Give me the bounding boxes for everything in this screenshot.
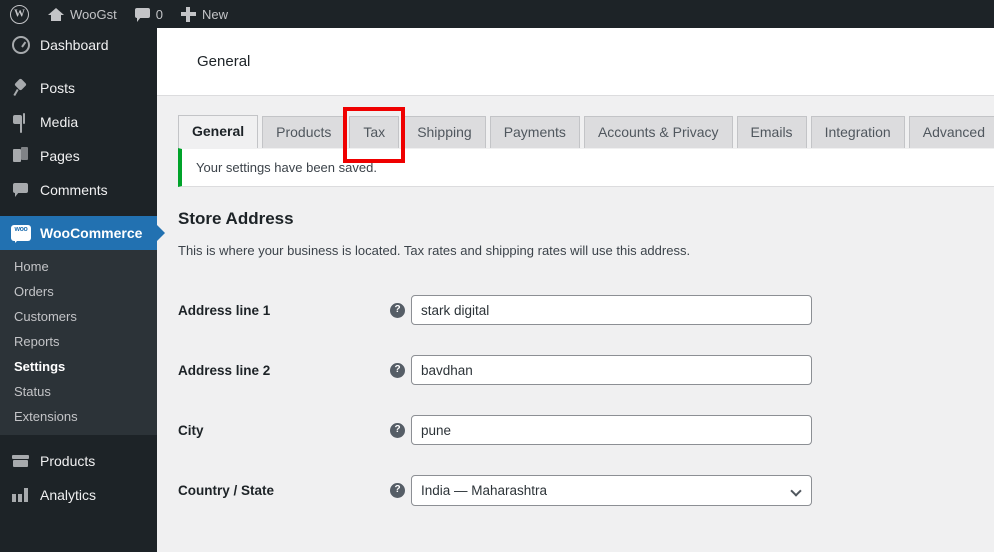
success-notice: Your settings have been saved. [178, 148, 994, 187]
sidebar-item-products[interactable]: Products [0, 444, 157, 478]
sidebar-item-label: WooCommerce [40, 225, 143, 241]
sidebar-item-label: Analytics [40, 487, 97, 503]
tab-general[interactable]: General [178, 115, 259, 148]
tab-tax[interactable]: Tax [349, 116, 400, 148]
comment-bubble-icon [134, 7, 150, 22]
site-name-label: WooGst [70, 6, 117, 22]
woocommerce-submenu: Home Orders Customers Reports Settings Status… [0, 250, 157, 435]
sidebar-item-comments[interactable]: Comments [0, 173, 157, 207]
field-label: City [178, 422, 204, 438]
help-icon[interactable]: ? [390, 422, 405, 438]
sidebar-item-analytics[interactable]: Analytics [0, 478, 157, 512]
page-header: General [157, 28, 994, 96]
site-name-link[interactable]: WooGst [39, 0, 126, 28]
field-control [411, 355, 812, 386]
submenu-item-settings[interactable]: Settings [0, 354, 157, 379]
products-icon-glyph [12, 452, 30, 470]
field-control [411, 415, 812, 446]
field-label: Address line 2 [178, 362, 271, 378]
submenu-item-status[interactable]: Status [0, 379, 157, 404]
tab-products[interactable]: Products [262, 116, 346, 148]
submenu-item-orders[interactable]: Orders [0, 279, 157, 304]
admin-bar: WooGst 0 New [0, 0, 994, 28]
admin-sidebar: Dashboard Posts Media Pages Comments WooComme… [0, 28, 165, 552]
settings-fields: Address line 1?Address line 2?City?Count… [178, 280, 994, 520]
comments-count: 0 [155, 6, 163, 22]
tab-shipping[interactable]: Shipping [403, 116, 486, 148]
tab-integration[interactable]: Integration [810, 116, 905, 148]
woocommerce-icon [11, 225, 31, 243]
section-title: Store Address [178, 209, 294, 228]
field-row: Country / State? India — Maharashtra [178, 460, 994, 520]
main-content: General General Products Tax Shipping Paymen… [157, 28, 994, 552]
tab-accounts-privacy[interactable]: Accounts & Privacy [583, 116, 733, 148]
wordpress-logo-icon [10, 4, 29, 24]
help-icon[interactable]: ? [390, 482, 405, 498]
city-input[interactable] [411, 415, 812, 446]
country-state-value: India — Maharashtra [421, 482, 548, 498]
help-icon[interactable]: ? [390, 362, 405, 378]
sidebar-item-pages[interactable]: Pages [0, 139, 157, 173]
help-icon-wrap: ? [390, 482, 411, 498]
field-row: City? [178, 400, 994, 460]
media-icon [11, 113, 31, 131]
tab-emails[interactable]: Emails [736, 116, 807, 148]
new-label: New [201, 6, 228, 22]
woocommerce-icon-glyph [11, 225, 31, 243]
address-line-1-input[interactable] [411, 295, 812, 326]
field-row: Address line 1? [178, 280, 994, 340]
chevron-down-icon [790, 485, 802, 497]
field-label: Address line 1 [178, 302, 271, 318]
pin-icon-glyph [12, 79, 30, 97]
help-icon-wrap: ? [390, 362, 411, 378]
sidebar-item-posts[interactable]: Posts [0, 71, 157, 105]
store-address-section: Store Address This is where your busines… [157, 187, 994, 520]
notice-message: Your settings have been saved. [196, 160, 377, 175]
field-row: Address line 2? [178, 340, 994, 400]
settings-tabs: General Products Tax Shipping Payments Accoun… [157, 96, 994, 163]
country-state-select[interactable]: India — Maharashtra [411, 474, 812, 506]
home-icon [48, 7, 64, 22]
sidebar-item-label: Posts [40, 80, 76, 96]
field-control: India — Maharashtra [411, 474, 812, 506]
submenu-item-reports[interactable]: Reports [0, 329, 157, 354]
sidebar-item-label: Comments [40, 182, 108, 198]
page-title: General [197, 53, 251, 70]
field-label: Country / State [178, 482, 275, 498]
plus-icon [180, 6, 196, 22]
new-content-link[interactable]: New [172, 0, 237, 28]
tab-payments[interactable]: Payments [489, 116, 580, 148]
comment-icon [11, 181, 31, 199]
sidebar-item-dashboard[interactable]: Dashboard [0, 28, 157, 62]
help-icon[interactable]: ? [390, 302, 405, 318]
analytics-icon-glyph [12, 486, 30, 504]
pages-icon [11, 147, 31, 165]
wordpress-logo-menu[interactable] [0, 0, 39, 28]
pages-icon-glyph [12, 147, 30, 165]
comment-icon-glyph [12, 181, 30, 199]
pin-icon [11, 79, 31, 97]
submenu-item-extensions[interactable]: Extensions [0, 404, 157, 429]
submenu-item-home[interactable]: Home [0, 254, 157, 279]
dashboard-icon [11, 36, 31, 54]
help-icon-wrap: ? [390, 422, 411, 438]
sidebar-item-woocommerce[interactable]: WooCommerce [0, 216, 165, 250]
analytics-icon [11, 486, 31, 504]
field-control [411, 295, 812, 326]
sidebar-item-media[interactable]: Media [0, 105, 157, 139]
sidebar-item-label: Dashboard [40, 37, 109, 53]
help-icon-wrap: ? [390, 302, 411, 318]
media-icon-glyph [12, 113, 30, 131]
submenu-item-customers[interactable]: Customers [0, 304, 157, 329]
sidebar-item-label: Pages [40, 148, 80, 164]
sidebar-item-label: Media [40, 114, 79, 130]
products-icon [11, 452, 31, 470]
tab-advanced[interactable]: Advanced [908, 116, 994, 148]
dashboard-icon-glyph [12, 36, 30, 54]
address-line-2-input[interactable] [411, 355, 812, 386]
sidebar-item-label: Products [40, 453, 96, 469]
section-description: This is where your business is located. … [178, 243, 691, 259]
comments-link[interactable]: 0 [126, 0, 172, 28]
